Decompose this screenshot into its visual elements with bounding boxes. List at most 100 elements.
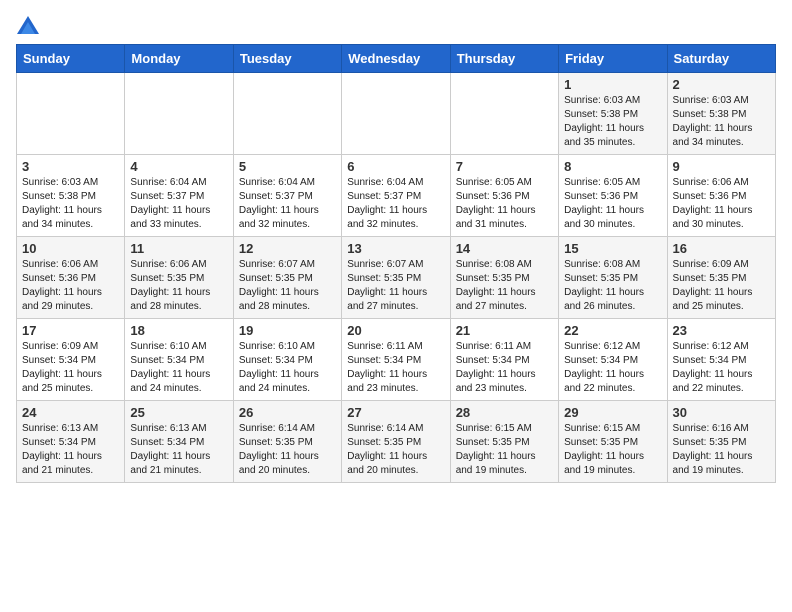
calendar-cell: 16 Sunrise: 6:09 AM Sunset: 5:35 PM Dayli… bbox=[667, 237, 775, 319]
day-info: Sunrise: 6:12 AM Sunset: 5:34 PM Dayligh… bbox=[564, 340, 661, 396]
day-number: 19 bbox=[239, 323, 336, 338]
page-header bbox=[16, 16, 776, 34]
calendar-cell: 2 Sunrise: 6:03 AM Sunset: 5:38 PM Daylig… bbox=[667, 73, 775, 155]
day-info: Sunrise: 6:04 AM Sunset: 5:37 PM Dayligh… bbox=[130, 176, 227, 232]
calendar-cell bbox=[450, 73, 558, 155]
day-number: 11 bbox=[130, 241, 227, 256]
calendar-cell: 4 Sunrise: 6:04 AM Sunset: 5:37 PM Daylig… bbox=[125, 155, 233, 237]
calendar-cell: 23 Sunrise: 6:12 AM Sunset: 5:34 PM Dayli… bbox=[667, 319, 775, 401]
day-info: Sunrise: 6:09 AM Sunset: 5:35 PM Dayligh… bbox=[673, 258, 770, 314]
calendar-cell: 22 Sunrise: 6:12 AM Sunset: 5:34 PM Dayli… bbox=[559, 319, 667, 401]
day-info: Sunrise: 6:06 AM Sunset: 5:36 PM Dayligh… bbox=[673, 176, 770, 232]
day-number: 15 bbox=[564, 241, 661, 256]
day-info: Sunrise: 6:16 AM Sunset: 5:35 PM Dayligh… bbox=[673, 422, 770, 478]
day-number: 3 bbox=[22, 159, 119, 174]
day-number: 26 bbox=[239, 405, 336, 420]
calendar-week-row: 1Sunrise: 6:03 AM Sunset: 5:38 PM Daylig… bbox=[17, 73, 776, 155]
calendar-week-row: 3 Sunrise: 6:03 AM Sunset: 5:38 PM Daylig… bbox=[17, 155, 776, 237]
day-number: 4 bbox=[130, 159, 227, 174]
calendar-cell: 25 Sunrise: 6:13 AM Sunset: 5:34 PM Dayli… bbox=[125, 401, 233, 483]
calendar-cell: 28 Sunrise: 6:15 AM Sunset: 5:35 PM Dayli… bbox=[450, 401, 558, 483]
day-number: 7 bbox=[456, 159, 553, 174]
day-number: 23 bbox=[673, 323, 770, 338]
day-number: 28 bbox=[456, 405, 553, 420]
calendar-week-row: 17 Sunrise: 6:09 AM Sunset: 5:34 PM Dayli… bbox=[17, 319, 776, 401]
day-info: Sunrise: 6:13 AM Sunset: 5:34 PM Dayligh… bbox=[130, 422, 227, 478]
calendar-cell bbox=[342, 73, 450, 155]
day-info: Sunrise: 6:03 AM Sunset: 5:38 PM Dayligh… bbox=[564, 94, 661, 150]
calendar-cell: 8Sunrise: 6:05 AM Sunset: 5:36 PM Daylig… bbox=[559, 155, 667, 237]
calendar-cell: 29 Sunrise: 6:15 AM Sunset: 5:35 PM Dayli… bbox=[559, 401, 667, 483]
weekday-header: Tuesday bbox=[233, 45, 341, 73]
day-info: Sunrise: 6:15 AM Sunset: 5:35 PM Dayligh… bbox=[456, 422, 553, 478]
day-info: Sunrise: 6:10 AM Sunset: 5:34 PM Dayligh… bbox=[130, 340, 227, 396]
day-info: Sunrise: 6:07 AM Sunset: 5:35 PM Dayligh… bbox=[239, 258, 336, 314]
day-info: Sunrise: 6:08 AM Sunset: 5:35 PM Dayligh… bbox=[456, 258, 553, 314]
day-info: Sunrise: 6:04 AM Sunset: 5:37 PM Dayligh… bbox=[347, 176, 444, 232]
calendar-table: SundayMondayTuesdayWednesdayThursdayFrid… bbox=[16, 44, 776, 483]
day-number: 25 bbox=[130, 405, 227, 420]
calendar-cell: 24 Sunrise: 6:13 AM Sunset: 5:34 PM Dayli… bbox=[17, 401, 125, 483]
weekday-header: Thursday bbox=[450, 45, 558, 73]
calendar-cell: 20Sunrise: 6:11 AM Sunset: 5:34 PM Dayli… bbox=[342, 319, 450, 401]
day-number: 10 bbox=[22, 241, 119, 256]
day-info: Sunrise: 6:06 AM Sunset: 5:36 PM Dayligh… bbox=[22, 258, 119, 314]
day-number: 27 bbox=[347, 405, 444, 420]
calendar-cell: 13 Sunrise: 6:07 AM Sunset: 5:35 PM Dayli… bbox=[342, 237, 450, 319]
calendar-cell: 10 Sunrise: 6:06 AM Sunset: 5:36 PM Dayli… bbox=[17, 237, 125, 319]
day-number: 29 bbox=[564, 405, 661, 420]
day-number: 9 bbox=[673, 159, 770, 174]
day-info: Sunrise: 6:15 AM Sunset: 5:35 PM Dayligh… bbox=[564, 422, 661, 478]
weekday-header: Friday bbox=[559, 45, 667, 73]
weekday-header: Monday bbox=[125, 45, 233, 73]
calendar-header-row: SundayMondayTuesdayWednesdayThursdayFrid… bbox=[17, 45, 776, 73]
calendar-cell bbox=[17, 73, 125, 155]
day-number: 24 bbox=[22, 405, 119, 420]
day-number: 16 bbox=[673, 241, 770, 256]
logo-icon bbox=[17, 16, 39, 34]
calendar-week-row: 10 Sunrise: 6:06 AM Sunset: 5:36 PM Dayli… bbox=[17, 237, 776, 319]
day-number: 2 bbox=[673, 77, 770, 92]
weekday-header: Wednesday bbox=[342, 45, 450, 73]
calendar-cell: 6Sunrise: 6:04 AM Sunset: 5:37 PM Daylig… bbox=[342, 155, 450, 237]
calendar-cell: 15 Sunrise: 6:08 AM Sunset: 5:35 PM Dayli… bbox=[559, 237, 667, 319]
day-info: Sunrise: 6:13 AM Sunset: 5:34 PM Dayligh… bbox=[22, 422, 119, 478]
day-number: 22 bbox=[564, 323, 661, 338]
calendar-cell: 3 Sunrise: 6:03 AM Sunset: 5:38 PM Daylig… bbox=[17, 155, 125, 237]
day-number: 17 bbox=[22, 323, 119, 338]
calendar-cell: 19Sunrise: 6:10 AM Sunset: 5:34 PM Dayli… bbox=[233, 319, 341, 401]
day-number: 5 bbox=[239, 159, 336, 174]
calendar-cell bbox=[233, 73, 341, 155]
calendar-week-row: 24 Sunrise: 6:13 AM Sunset: 5:34 PM Dayli… bbox=[17, 401, 776, 483]
day-number: 21 bbox=[456, 323, 553, 338]
day-number: 12 bbox=[239, 241, 336, 256]
calendar-cell: 18 Sunrise: 6:10 AM Sunset: 5:34 PM Dayli… bbox=[125, 319, 233, 401]
day-number: 30 bbox=[673, 405, 770, 420]
day-number: 18 bbox=[130, 323, 227, 338]
day-number: 13 bbox=[347, 241, 444, 256]
calendar-cell: 11 Sunrise: 6:06 AM Sunset: 5:35 PM Dayli… bbox=[125, 237, 233, 319]
calendar-cell: 7Sunrise: 6:05 AM Sunset: 5:36 PM Daylig… bbox=[450, 155, 558, 237]
day-info: Sunrise: 6:09 AM Sunset: 5:34 PM Dayligh… bbox=[22, 340, 119, 396]
logo bbox=[16, 16, 40, 34]
day-info: Sunrise: 6:03 AM Sunset: 5:38 PM Dayligh… bbox=[673, 94, 770, 150]
day-info: Sunrise: 6:07 AM Sunset: 5:35 PM Dayligh… bbox=[347, 258, 444, 314]
day-info: Sunrise: 6:06 AM Sunset: 5:35 PM Dayligh… bbox=[130, 258, 227, 314]
calendar-cell: 17 Sunrise: 6:09 AM Sunset: 5:34 PM Dayli… bbox=[17, 319, 125, 401]
calendar-cell: 27Sunrise: 6:14 AM Sunset: 5:35 PM Dayli… bbox=[342, 401, 450, 483]
day-info: Sunrise: 6:12 AM Sunset: 5:34 PM Dayligh… bbox=[673, 340, 770, 396]
day-info: Sunrise: 6:14 AM Sunset: 5:35 PM Dayligh… bbox=[239, 422, 336, 478]
day-number: 14 bbox=[456, 241, 553, 256]
calendar-cell: 14 Sunrise: 6:08 AM Sunset: 5:35 PM Dayli… bbox=[450, 237, 558, 319]
calendar-cell: 12 Sunrise: 6:07 AM Sunset: 5:35 PM Dayli… bbox=[233, 237, 341, 319]
calendar-cell: 26 Sunrise: 6:14 AM Sunset: 5:35 PM Dayli… bbox=[233, 401, 341, 483]
calendar-cell: 9 Sunrise: 6:06 AM Sunset: 5:36 PM Daylig… bbox=[667, 155, 775, 237]
day-info: Sunrise: 6:04 AM Sunset: 5:37 PM Dayligh… bbox=[239, 176, 336, 232]
calendar-cell: 1Sunrise: 6:03 AM Sunset: 5:38 PM Daylig… bbox=[559, 73, 667, 155]
day-info: Sunrise: 6:08 AM Sunset: 5:35 PM Dayligh… bbox=[564, 258, 661, 314]
day-info: Sunrise: 6:11 AM Sunset: 5:34 PM Dayligh… bbox=[456, 340, 553, 396]
day-info: Sunrise: 6:03 AM Sunset: 5:38 PM Dayligh… bbox=[22, 176, 119, 232]
calendar-cell bbox=[125, 73, 233, 155]
calendar-cell: 21 Sunrise: 6:11 AM Sunset: 5:34 PM Dayli… bbox=[450, 319, 558, 401]
calendar-cell: 30 Sunrise: 6:16 AM Sunset: 5:35 PM Dayli… bbox=[667, 401, 775, 483]
